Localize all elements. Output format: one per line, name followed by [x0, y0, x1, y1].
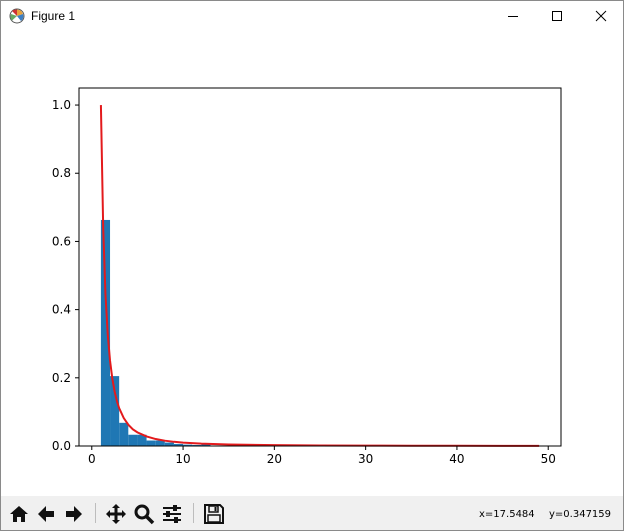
- x-tick-label: 40: [449, 452, 464, 466]
- back-button[interactable]: [33, 501, 58, 527]
- figure-canvas[interactable]: 0 10 20 30 40 50 0.0 0.2 0.4 0.6 0.8 1.0: [1, 31, 623, 493]
- histogram-bar: [128, 434, 138, 446]
- arrow-left-icon: [37, 506, 54, 522]
- fit-curve-line: [99, 105, 540, 447]
- toolbar-separator: [95, 503, 96, 523]
- title-bar[interactable]: Figure 1: [1, 1, 623, 31]
- pan-button[interactable]: [103, 501, 128, 527]
- configure-subplots-button[interactable]: [159, 501, 184, 527]
- histogram-bar: [119, 422, 129, 446]
- y-tick-label: 0.2: [52, 371, 71, 385]
- maximize-button[interactable]: [535, 1, 579, 31]
- magnifier-icon: [134, 504, 154, 525]
- home-button[interactable]: [6, 501, 31, 527]
- y-tick-label: 1.0: [52, 98, 71, 112]
- x-tick-label: 30: [358, 452, 373, 466]
- x-tick-label: 50: [541, 452, 556, 466]
- forward-button[interactable]: [61, 501, 86, 527]
- x-tick-label: 0: [88, 452, 96, 466]
- minimize-button[interactable]: [491, 1, 535, 31]
- figure-window: Figure 1 0 10 20 30 40 50 0.0 0.2 0.4 0.6 0.8 1.0: [0, 0, 624, 531]
- maximize-icon: [552, 11, 562, 21]
- minimize-icon: [508, 16, 518, 17]
- cursor-x-readout: x=17.5484: [479, 509, 535, 520]
- move-icon: [105, 504, 126, 524]
- histogram-bar: [164, 442, 174, 446]
- plot-svg: 0 10 20 30 40 50 0.0 0.2 0.4 0.6 0.8 1.0: [52, 87, 562, 466]
- sliders-icon: [162, 505, 181, 523]
- navigation-toolbar: x=17.5484 y=0.347159: [1, 496, 623, 530]
- y-tick-label: 0.8: [52, 166, 71, 180]
- y-tick-label: 0.6: [52, 234, 71, 248]
- x-tick-label: 20: [267, 452, 282, 466]
- toolbar-separator: [193, 503, 194, 523]
- x-tick-label: 10: [175, 452, 190, 466]
- floppy-disk-icon: [203, 504, 224, 524]
- zoom-button[interactable]: [131, 501, 156, 527]
- home-icon: [9, 506, 28, 522]
- y-tick-label: 0.0: [52, 439, 71, 453]
- histogram-bar: [146, 440, 156, 446]
- close-icon: [595, 10, 607, 22]
- save-button[interactable]: [201, 501, 226, 527]
- window-title: Figure 1: [31, 9, 76, 23]
- matplotlib-icon: [9, 8, 25, 24]
- close-button[interactable]: [579, 1, 623, 31]
- axes-frame: [78, 87, 562, 447]
- y-tick-label: 0.4: [52, 303, 71, 317]
- cursor-y-readout: y=0.347159: [549, 509, 612, 520]
- arrow-right-icon: [65, 506, 82, 522]
